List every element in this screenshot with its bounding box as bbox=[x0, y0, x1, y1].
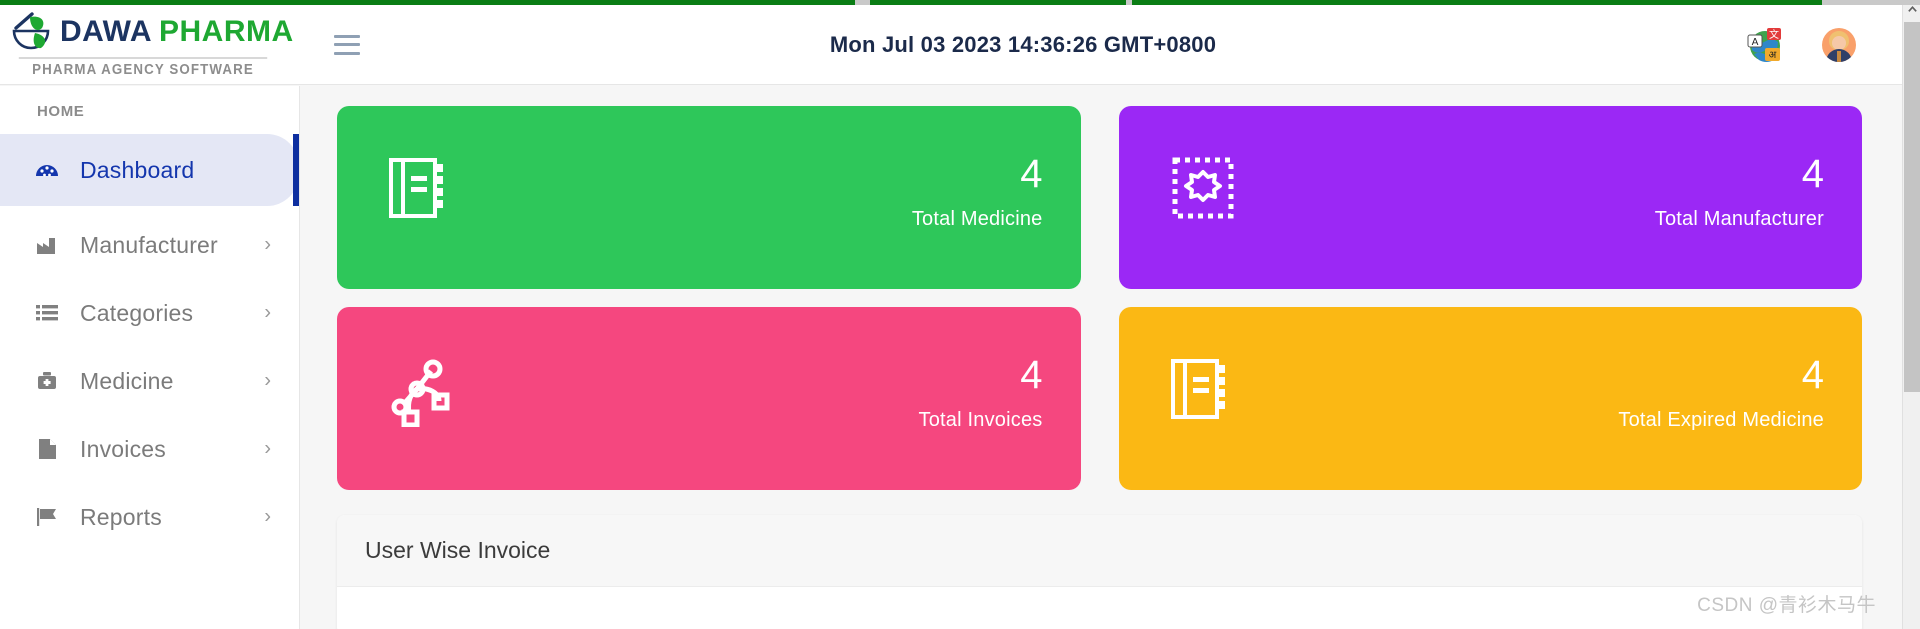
sidebar-item-label: Manufacturer bbox=[80, 231, 218, 258]
chevron-right-icon: › bbox=[264, 233, 271, 256]
sidebar-nav: Dashboard Manufacturer › Categories › Me… bbox=[0, 134, 299, 548]
panel-title: User Wise Invoice bbox=[337, 515, 1862, 587]
watermark: CSDN @青衫木马牛 bbox=[1697, 595, 1876, 616]
node-path-icon bbox=[383, 351, 459, 428]
progress-segment bbox=[1132, 0, 1822, 5]
avatar-tie bbox=[1837, 50, 1841, 62]
stat-label: Total Medicine bbox=[911, 208, 1043, 230]
avatar-face bbox=[1832, 35, 1846, 50]
page-load-progress-bar bbox=[0, 0, 1920, 5]
brand-logo[interactable]: DAWA PHARMA PHARMA AGENCY SOFTWARE bbox=[0, 5, 300, 85]
stat-card-total-invoices[interactable]: 4 Total Invoices bbox=[337, 307, 1081, 490]
progress-segment bbox=[870, 0, 1126, 5]
main-content: 4 Total Medicine 4 Total Manufacturer 4 … bbox=[301, 86, 1902, 629]
stat-label: Total Expired Medicine bbox=[1618, 409, 1824, 431]
document-icon bbox=[34, 436, 64, 462]
header-actions: A 文 अ bbox=[1746, 26, 1902, 64]
user-wise-invoice-panel: User Wise Invoice bbox=[337, 515, 1862, 629]
header-datetime: Mon Jul 03 2023 14:36:26 GMT+0800 bbox=[829, 31, 1217, 57]
globe-translate-icon[interactable]: A 文 अ bbox=[1746, 26, 1784, 64]
sidebar-item-medicine[interactable]: Medicine › bbox=[0, 350, 299, 412]
stat-label: Total Invoices bbox=[918, 409, 1043, 431]
sidebar-section-label: HOME bbox=[37, 103, 85, 120]
stat-value: 4 bbox=[1020, 353, 1043, 397]
flag-icon bbox=[34, 504, 64, 530]
svg-text:文: 文 bbox=[1769, 28, 1779, 41]
sidebar-item-label: Categories bbox=[80, 299, 194, 326]
list-icon bbox=[34, 300, 64, 326]
ledger-book-icon bbox=[383, 150, 459, 226]
chevron-right-icon: › bbox=[264, 369, 271, 392]
stat-label: Total Manufacturer bbox=[1654, 208, 1824, 230]
medical-kit-icon bbox=[34, 368, 64, 394]
stat-value: 4 bbox=[1020, 152, 1043, 196]
sidebar-item-reports[interactable]: Reports › bbox=[0, 486, 299, 548]
stat-card-total-expired-medicine[interactable]: 4 Total Expired Medicine bbox=[1118, 307, 1862, 490]
sidebar-item-label: Dashboard bbox=[80, 156, 195, 183]
chevron-right-icon: › bbox=[264, 301, 271, 324]
brand-title: DAWA PHARMA bbox=[60, 17, 294, 47]
svg-text:A: A bbox=[1752, 37, 1759, 48]
stat-card-total-medicine[interactable]: 4 Total Medicine bbox=[337, 106, 1081, 289]
vertical-scrollbar[interactable] bbox=[1902, 0, 1920, 629]
sidebar-item-manufacturer[interactable]: Manufacturer › bbox=[0, 214, 299, 276]
user-avatar-icon[interactable] bbox=[1822, 27, 1856, 62]
stat-text-group: 4 Total Invoices bbox=[919, 353, 1043, 432]
brand-tagline: PHARMA AGENCY SOFTWARE bbox=[18, 57, 268, 78]
stat-text-group: 4 Total Expired Medicine bbox=[1618, 353, 1824, 432]
scrollbar-thumb[interactable] bbox=[1904, 22, 1920, 392]
sidebar-item-categories[interactable]: Categories › bbox=[0, 282, 299, 344]
mortar-pestle-leaf-icon bbox=[8, 11, 54, 53]
brand-name-first: DAWA bbox=[60, 15, 152, 48]
dashed-badge-icon bbox=[1165, 150, 1241, 226]
stat-value: 4 bbox=[1801, 152, 1824, 196]
stat-text-group: 4 Total Medicine bbox=[912, 152, 1043, 231]
chevron-right-icon: › bbox=[264, 437, 271, 460]
factory-icon bbox=[34, 232, 64, 258]
top-header-bar: DAWA PHARMA PHARMA AGENCY SOFTWARE Mon Ju… bbox=[0, 5, 1902, 85]
ledger-book-icon bbox=[1165, 351, 1241, 427]
progress-segment bbox=[0, 0, 855, 5]
sidebar: HOME Dashboard Manufacturer › Categories… bbox=[0, 86, 300, 629]
sidebar-item-label: Invoices bbox=[80, 435, 166, 462]
sidebar-item-dashboard[interactable]: Dashboard bbox=[0, 134, 299, 206]
sidebar-item-invoices[interactable]: Invoices › bbox=[0, 418, 299, 480]
sidebar-item-label: Medicine bbox=[80, 367, 174, 394]
application-root: DAWA PHARMA PHARMA AGENCY SOFTWARE Mon Ju… bbox=[0, 0, 1920, 629]
stat-cards-grid: 4 Total Medicine 4 Total Manufacturer 4 … bbox=[337, 106, 1862, 490]
brand-name-second: PHARMA bbox=[159, 15, 294, 48]
stat-value: 4 bbox=[1801, 353, 1824, 397]
stat-card-total-manufacturer[interactable]: 4 Total Manufacturer bbox=[1118, 106, 1862, 289]
svg-text:अ: अ bbox=[1769, 50, 1777, 61]
stat-text-group: 4 Total Manufacturer bbox=[1655, 152, 1824, 231]
chevron-right-icon: › bbox=[264, 505, 271, 528]
dashboard-gauge-icon bbox=[34, 157, 64, 183]
sidebar-item-label: Reports bbox=[80, 503, 162, 530]
